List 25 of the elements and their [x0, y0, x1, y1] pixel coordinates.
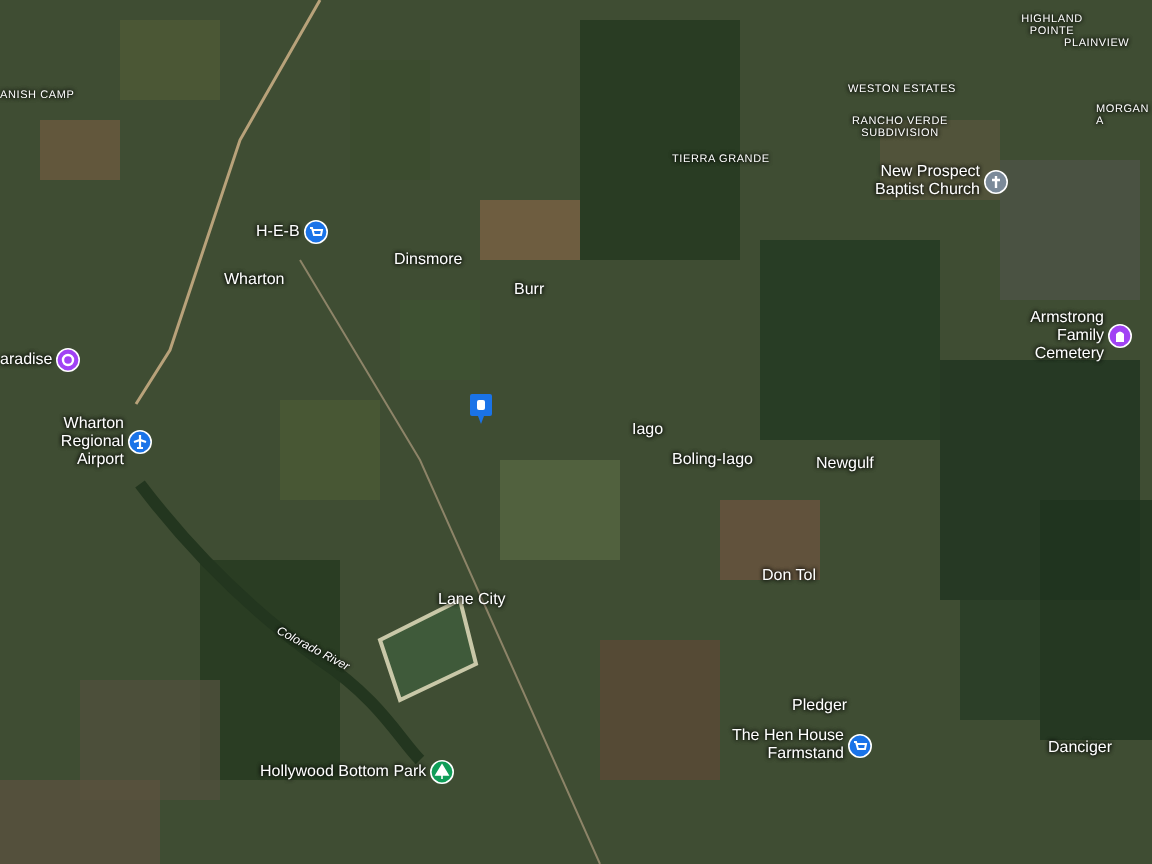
town-label: Danciger — [1048, 740, 1113, 758]
town-label: Wharton — [224, 272, 285, 290]
town-label: Don Tol — [762, 568, 816, 586]
tree-pin-icon[interactable] — [430, 760, 455, 784]
town-label: Burr — [514, 282, 545, 300]
place-label[interactable]: aradise — [0, 351, 53, 369]
town-label: Boling-Iago — [672, 452, 753, 470]
place-label[interactable]: Wharton Regional Airport — [16, 416, 124, 469]
shopping-cart-pin-icon[interactable] — [303, 220, 328, 244]
town-label: Iago — [632, 422, 664, 440]
place-label[interactable]: Hollywood Bottom Park — [260, 763, 427, 781]
airplane-pin-icon[interactable] — [128, 430, 152, 455]
town-label: Pledger — [792, 698, 848, 716]
shopping-cart-pin-icon[interactable] — [848, 733, 872, 758]
ring-pin-icon[interactable] — [56, 348, 81, 372]
town-label: Lane City — [438, 592, 506, 610]
place-label[interactable]: The Hen House Farmstand — [704, 728, 844, 764]
cross-pin-icon[interactable] — [984, 169, 1008, 194]
town-label: Newgulf — [816, 456, 874, 474]
town-label: Dinsmore — [394, 252, 463, 270]
tombstone-pin-icon[interactable] — [1108, 324, 1132, 349]
map-marker-icon[interactable] — [470, 394, 492, 424]
place-label[interactable]: H-E-B — [256, 223, 300, 241]
place-label[interactable]: New Prospect Baptist Church — [860, 164, 980, 200]
place-label[interactable]: Armstrong Family Cemetery — [984, 310, 1104, 363]
